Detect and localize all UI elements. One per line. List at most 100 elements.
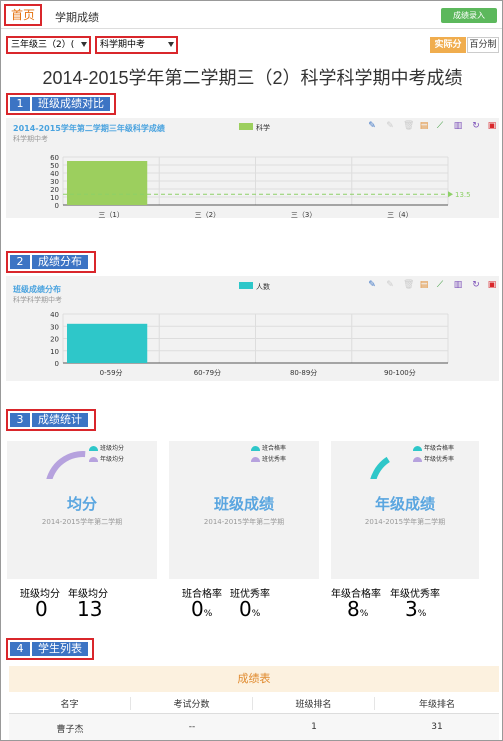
section-label: 班级成绩对比 [32,97,110,111]
section-number: 4 [10,642,30,656]
x-tick-label: 90-100分 [384,368,416,377]
bar-chart-icon[interactable]: ▥ [453,280,463,290]
column-header[interactable]: 班级排名 [253,697,375,710]
refresh-icon[interactable]: ↻ [471,121,481,131]
line-chart-icon[interactable]: ⟋ [435,121,445,131]
legend-swatch [251,446,260,451]
chart2-legend-swatch[interactable] [239,282,253,289]
average-label: 13.5 [455,191,471,199]
x-tick-label: 0-59分 [100,368,123,377]
stat-unit: % [359,609,369,619]
chart2-title: 班级成绩分布 [13,285,61,294]
score-entry-button[interactable]: 成绩录入 [441,8,497,23]
gauge-arc-primary [370,456,390,479]
actual-score-toggle[interactable]: 实际分 [430,37,466,53]
legend-text: 年级均分 [100,456,125,463]
column-header[interactable]: 名字 [9,697,131,710]
tab-semester-scores[interactable]: 学期成绩 [55,9,99,25]
bar-chart-icon[interactable]: ▥ [453,121,463,131]
trash-icon[interactable]: 🗑 [403,280,414,290]
bar [67,161,148,205]
stat-value-group: 3% [405,597,426,621]
card-title: 均分 [66,495,97,513]
legend-item: 年级均分 [89,454,124,463]
trash-icon[interactable]: 🗑 [403,121,414,131]
chart1-title: 2014-2015学年第二学期三年级科学成绩 [13,124,165,133]
y-tick-label: 10 [50,194,59,202]
document-icon[interactable]: ▤ [419,280,429,290]
page: 首页 学期成绩 成绩录入 三年级三（2）( 科学期中考 实际分 百分制 2014… [0,0,503,741]
chart1-legend-swatch[interactable] [239,123,253,130]
stat-value: 0 [191,597,204,621]
exam-select-value: 科学期中考 [100,40,146,50]
save-icon[interactable]: ▣ [487,280,497,290]
refresh-icon[interactable]: ↻ [471,280,481,290]
pencil-icon[interactable]: ✎ [367,121,377,131]
stat-unit: % [251,609,261,619]
x-tick-label: 三（3） [291,211,316,219]
x-tick-label: 三（4） [387,211,412,219]
legend-item: 班优秀率 [251,454,286,463]
section-number: 2 [10,255,30,269]
legend-item: 年级合格率 [413,443,454,452]
stat-card-class: 班合格率 班优秀率 班级成绩 2014-2015学年第二学期 [169,441,319,579]
y-tick-label: 40 [50,311,59,319]
table-row[interactable]: 曹子杰 -- 1 31 [9,714,499,740]
legend-swatch [89,457,98,462]
bar [67,323,148,363]
section-label: 学生列表 [32,642,88,656]
exam-select[interactable]: 科学期中考 [95,36,178,54]
stat-value: 13 [77,597,103,621]
chart2-toolbar: ✎ ✎ 🗑 ▤ ⟋ ▥ ↻ ▣ [367,280,499,292]
cell-score: -- [188,722,196,732]
legend-text: 年级优秀率 [424,456,455,463]
y-tick-label: 10 [50,348,59,356]
y-tick-label: 0 [55,360,59,368]
class-select-value: 三年级三（2）( [11,40,75,50]
pencil-icon[interactable]: ✎ [367,280,377,290]
table-header-row: 名字 考试分数 班级排名 年级排名 [9,692,499,714]
section-header-student-list: 4 学生列表 [6,638,94,660]
stat-value: 3 [405,597,418,621]
cell-class-rank: 1 [311,722,317,732]
x-tick-label: 三（2） [195,211,220,219]
card-title: 班级成绩 [213,495,274,513]
gauge-class [197,447,257,479]
stat-card-average: 班级均分 年级均分 均分 2014-2015学年第二学期 [7,441,157,579]
card-subtitle: 2014-2015学年第二学期 [41,518,123,526]
stat-card-grade: 年级合格率 年级优秀率 年级成绩 2014-2015学年第二学期 [331,441,479,579]
chart1-svg: 6050403020100 三（1） 三（2） 三（3） 三（4） 13.5 [50,154,471,219]
y-tick-label: 40 [50,170,59,178]
eraser-icon[interactable]: ✎ [385,280,395,290]
column-header[interactable]: 考试分数 [131,697,253,710]
section-number: 1 [10,97,30,111]
document-icon[interactable]: ▤ [419,121,429,131]
stat-value: 0 [239,597,252,621]
percent-score-toggle[interactable]: 百分制 [467,37,499,53]
card-subtitle: 2014-2015学年第二学期 [203,518,285,526]
class-select[interactable]: 三年级三（2）( [6,36,91,54]
legend-item: 班合格率 [251,443,286,452]
section-label: 成绩统计 [32,413,88,427]
tab-home[interactable]: 首页 [4,4,42,26]
legend-swatch [413,457,422,462]
stat-value-group: 0% [239,597,260,621]
section-number: 3 [10,413,30,427]
eraser-icon[interactable]: ✎ [385,121,395,131]
section-header-distribution: 2 成绩分布 [6,251,96,273]
y-tick-label: 30 [50,323,59,331]
chevron-down-icon [81,42,87,47]
column-header[interactable]: 年级排名 [375,697,499,710]
stat-unit: % [417,609,427,619]
chart2-legend-label: 人数 [256,283,270,291]
x-tick-label: 三（1） [98,211,123,219]
card-subtitle: 2014-2015学年第二学期 [364,518,446,526]
gauge-grade [370,456,390,479]
x-tick-label: 60-79分 [194,368,221,377]
y-tick-label: 20 [50,186,59,194]
chart1-legend-label: 科学 [256,124,270,132]
line-chart-icon[interactable]: ⟋ [435,280,445,290]
save-icon[interactable]: ▣ [487,121,497,131]
y-tick-label: 0 [55,202,59,210]
y-tick-label: 50 [50,162,59,170]
